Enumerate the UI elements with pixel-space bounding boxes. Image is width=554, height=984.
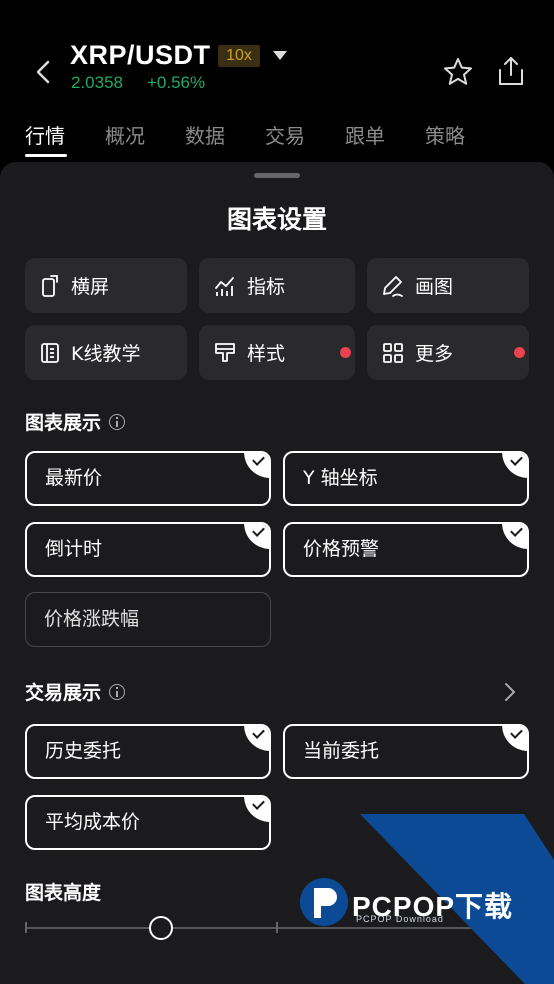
market-tabs: 行情 概况 数据 交易 跟单 策略	[0, 116, 554, 160]
tab-overview[interactable]: 概况	[105, 120, 145, 149]
indicators-button[interactable]: 指标	[199, 258, 355, 313]
chart-height-slider-knob[interactable]	[149, 916, 174, 940]
favorite-star-icon[interactable]	[442, 56, 474, 88]
tool-label: 样式	[247, 343, 286, 365]
section-title-text: 交易展示	[25, 682, 102, 704]
brush-icon	[215, 342, 235, 362]
share-icon[interactable]	[496, 54, 526, 88]
k-line-tutorial-button[interactable]: K线教学	[25, 325, 187, 380]
check-corner-icon	[502, 726, 527, 751]
check-corner-icon	[244, 726, 269, 751]
sheet-title: 图表设置	[226, 205, 327, 234]
slider-tick	[276, 922, 278, 933]
tab-data[interactable]: 数据	[185, 120, 225, 149]
option-last-price[interactable]: 最新价	[25, 451, 271, 506]
option-label: 价格预警	[303, 538, 380, 560]
option-label: 平均成本价	[45, 811, 141, 833]
pen-icon	[383, 275, 403, 297]
option-label: 倒计时	[45, 538, 103, 560]
option-y-axis[interactable]: Y 轴坐标	[283, 451, 529, 506]
check-corner-icon	[244, 797, 269, 822]
tool-label: 横屏	[71, 276, 110, 298]
section-title-text: 图表展示	[25, 412, 102, 434]
chart-height-section-title: 图表高度	[25, 878, 101, 905]
more-button[interactable]: 更多	[367, 325, 529, 380]
slider-tick	[527, 922, 529, 933]
info-icon[interactable]	[109, 413, 126, 430]
option-label: 历史委托	[45, 740, 122, 762]
option-average-cost[interactable]: 平均成本价	[25, 795, 271, 850]
trade-display-section-title: 交易展示	[25, 678, 126, 705]
check-corner-icon	[244, 524, 269, 549]
tool-label: 指标	[247, 276, 286, 298]
trading-pair-title[interactable]: XRP/USDT	[70, 40, 211, 71]
pair-dropdown-icon[interactable]	[273, 51, 287, 60]
check-corner-icon	[502, 524, 527, 549]
rotate-screen-icon	[42, 274, 58, 297]
back-arrow-icon[interactable]	[30, 56, 58, 88]
tab-copy-trading[interactable]: 跟单	[345, 120, 385, 149]
chart-settings-sheet: 图表设置 横屏 指标 画图 K线教学 样式 更多 图表展示 最新价 Y 轴坐标 …	[0, 162, 554, 984]
tab-strategy[interactable]: 策略	[425, 120, 465, 149]
market-header: XRP/USDT 10x 2.0358 +0.56% 行情 概况 数据 交易 跟…	[0, 0, 554, 160]
last-price: 2.0358	[71, 73, 123, 92]
chart-display-section-title: 图表展示	[25, 408, 126, 435]
indicator-icon	[215, 276, 234, 296]
option-price-change-pct[interactable]: 价格涨跌幅	[25, 592, 271, 647]
active-tab-indicator	[25, 154, 67, 157]
new-badge-dot	[340, 347, 351, 358]
style-button[interactable]: 样式	[199, 325, 355, 380]
tab-trade[interactable]: 交易	[265, 120, 305, 149]
sheet-drag-handle[interactable]	[254, 173, 300, 178]
grid-icon	[383, 342, 403, 363]
slider-tick	[25, 922, 27, 933]
tab-market[interactable]: 行情	[25, 120, 65, 149]
option-price-alert[interactable]: 价格预警	[283, 522, 529, 577]
section-title-text: 图表高度	[25, 882, 102, 904]
tool-label: 画图	[415, 276, 454, 298]
option-order-history[interactable]: 历史委托	[25, 724, 271, 779]
option-label: Y 轴坐标	[303, 467, 378, 489]
check-corner-icon	[244, 453, 269, 478]
candle-book-icon	[41, 342, 59, 363]
landscape-button[interactable]: 横屏	[25, 258, 187, 313]
option-open-orders[interactable]: 当前委托	[283, 724, 529, 779]
option-label: 价格涨跌幅	[44, 608, 140, 630]
leverage-badge: 10x	[218, 45, 260, 67]
price-change: +0.56%	[147, 73, 206, 92]
tool-label: 更多	[415, 343, 454, 365]
option-label: 当前委托	[303, 740, 380, 762]
tool-label: K线教学	[71, 343, 141, 365]
check-corner-icon	[502, 453, 527, 478]
new-badge-dot	[514, 347, 525, 358]
drawing-button[interactable]: 画图	[367, 258, 529, 313]
chevron-right-icon[interactable]	[503, 682, 517, 702]
option-countdown[interactable]: 倒计时	[25, 522, 271, 577]
info-icon[interactable]	[109, 683, 126, 700]
option-label: 最新价	[45, 467, 103, 489]
